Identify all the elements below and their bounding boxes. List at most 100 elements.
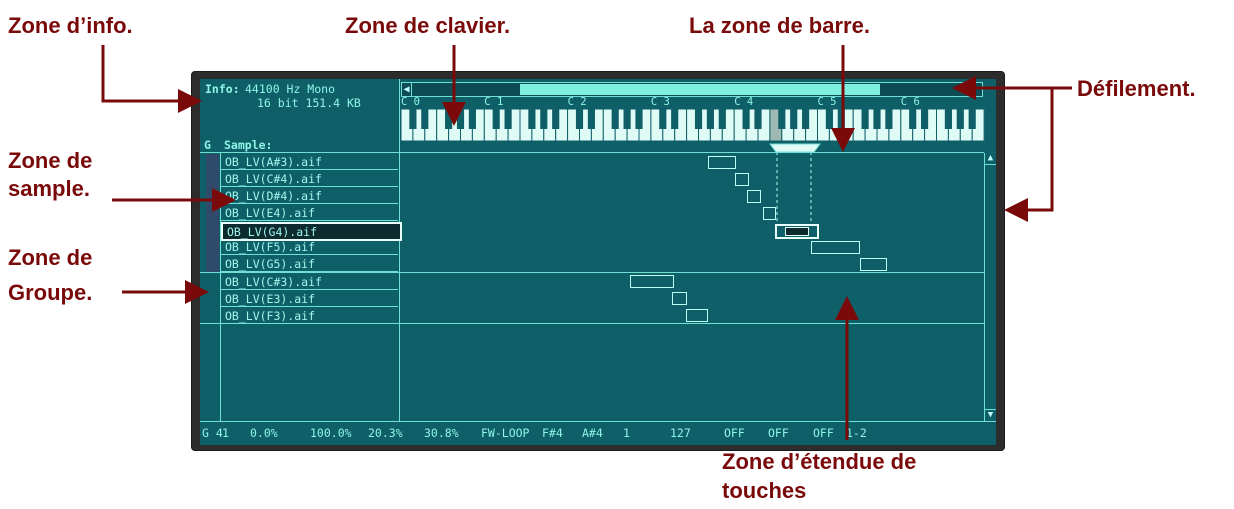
callout-keyrange-zone-line1: Zone d’étendue de (722, 449, 917, 474)
black-key (825, 109, 833, 129)
sample-name: OB_LV(D#4).aif (225, 189, 322, 203)
status-field[interactable]: OFF (724, 426, 745, 440)
scroll-up-arrow-icon[interactable]: ▲ (985, 153, 996, 165)
black-key (861, 109, 869, 129)
status-field[interactable]: 1 (623, 426, 630, 440)
range-bar-marker (769, 143, 821, 153)
sample-name: OB_LV(F3).aif (225, 309, 316, 323)
black-key (587, 109, 595, 129)
sample-row[interactable]: OB_LV(D#4).aif (221, 188, 398, 204)
black-key (552, 109, 560, 129)
sample-row[interactable]: OB_LV(E3).aif (221, 291, 398, 307)
black-key (635, 109, 643, 129)
black-key (623, 109, 631, 129)
black-key (528, 109, 536, 129)
callout-sample-zone-line2: sample. (8, 176, 90, 201)
sample-name: OB_LV(G5).aif (225, 257, 316, 271)
black-key (718, 109, 726, 129)
black-key (456, 109, 465, 129)
black-key (445, 109, 453, 129)
key-range-box[interactable] (708, 156, 736, 169)
black-key (540, 109, 548, 129)
black-key (575, 109, 584, 129)
status-separator (200, 421, 996, 422)
key-range-box[interactable] (763, 207, 776, 220)
vertical-scrollbar[interactable]: ▲ ▼ (984, 153, 996, 421)
selected-range-handle[interactable] (785, 227, 809, 236)
black-key (921, 109, 929, 129)
black-key (968, 109, 976, 129)
status-field[interactable]: 30.8% (424, 426, 459, 440)
black-key (694, 109, 703, 129)
status-field[interactable]: OFF (768, 426, 789, 440)
status-field[interactable]: 127 (670, 426, 691, 440)
black-key (468, 109, 476, 129)
key-range-box[interactable] (860, 258, 887, 271)
key-range-box-selected[interactable] (775, 224, 819, 239)
black-key (421, 109, 429, 129)
black-key (659, 109, 667, 129)
sampler-screen: Info: 44100 Hz Mono 16 bit 151.4 KB G Sa… (200, 79, 996, 445)
status-field[interactable]: A#4 (582, 426, 603, 440)
black-key (504, 109, 512, 129)
status-field[interactable]: 0.0% (250, 426, 278, 440)
sample-name: OB_LV(C#3).aif (225, 275, 322, 289)
black-key (944, 109, 952, 129)
sample-name: OB_LV(A#3).aif (225, 155, 322, 169)
callout-group-zone-line1: Zone de (8, 245, 93, 270)
black-key (790, 109, 798, 129)
status-field[interactable]: 1-2 (846, 426, 867, 440)
callout-scroll: Défilement. (1077, 76, 1196, 101)
callout-bar-zone: La zone de barre. (689, 13, 870, 38)
key-range-box[interactable] (735, 173, 749, 186)
status-field[interactable]: F#4 (542, 426, 563, 440)
group-separator-1 (200, 272, 984, 273)
sample-name: OB_LV(G4).aif (227, 225, 318, 239)
sample-row[interactable]: OB_LV(F5).aif (221, 239, 398, 255)
status-field[interactable]: OFF (813, 426, 834, 440)
status-field[interactable]: FW-LOOP (481, 426, 529, 440)
sample-row[interactable]: OB_LV(C#4).aif (221, 171, 398, 187)
black-key (778, 109, 786, 129)
key-range-box[interactable] (630, 275, 674, 288)
arrow-info-zone (101, 45, 202, 113)
callout-info-zone: Zone d’info. (8, 13, 133, 38)
sample-name: OB_LV(E4).aif (225, 206, 316, 220)
callout-group-zone-line2: Groupe. (8, 280, 93, 305)
sample-name: OB_LV(E3).aif (225, 292, 316, 306)
status-field[interactable]: 100.0% (310, 426, 352, 440)
sample-name: OB_LV(C#4).aif (225, 172, 322, 186)
arrow-scroll-vertical (1004, 86, 1072, 222)
callout-keyrange-zone-line2: touches (722, 478, 807, 503)
sample-row[interactable]: OB_LV(F3).aif (221, 308, 398, 324)
black-key (742, 109, 750, 129)
key-range-box[interactable] (672, 292, 687, 305)
black-key (492, 109, 500, 129)
black-key (409, 109, 417, 129)
callout-sample-zone-line1: Zone de (8, 148, 93, 173)
black-key (754, 109, 762, 129)
status-field[interactable]: 20.3% (368, 426, 403, 440)
status-field[interactable]: 1 (222, 426, 229, 440)
key-range-box[interactable] (747, 190, 761, 203)
black-key (885, 109, 893, 129)
sample-row[interactable]: OB_LV(C#3).aif (221, 274, 398, 290)
sample-name: OB_LV(F5).aif (225, 240, 316, 254)
status-field[interactable]: G 4 (202, 426, 223, 440)
black-key (802, 109, 810, 129)
sample-row[interactable]: OB_LV(G5).aif (221, 256, 398, 272)
sample-row[interactable]: OB_LV(A#3).aif (221, 154, 398, 170)
key-range-box[interactable] (811, 241, 860, 254)
header-separator (200, 152, 984, 153)
black-key (611, 109, 619, 129)
black-key (671, 109, 679, 129)
black-key (706, 109, 714, 129)
black-key (909, 109, 917, 129)
scroll-down-arrow-icon[interactable]: ▼ (985, 409, 996, 421)
key-range-box[interactable] (686, 309, 708, 322)
black-key (956, 109, 964, 129)
callout-keyboard-zone: Zone de clavier. (345, 13, 511, 38)
black-key (873, 109, 881, 129)
black-key (837, 109, 845, 129)
sample-row[interactable]: OB_LV(E4).aif (221, 205, 398, 221)
